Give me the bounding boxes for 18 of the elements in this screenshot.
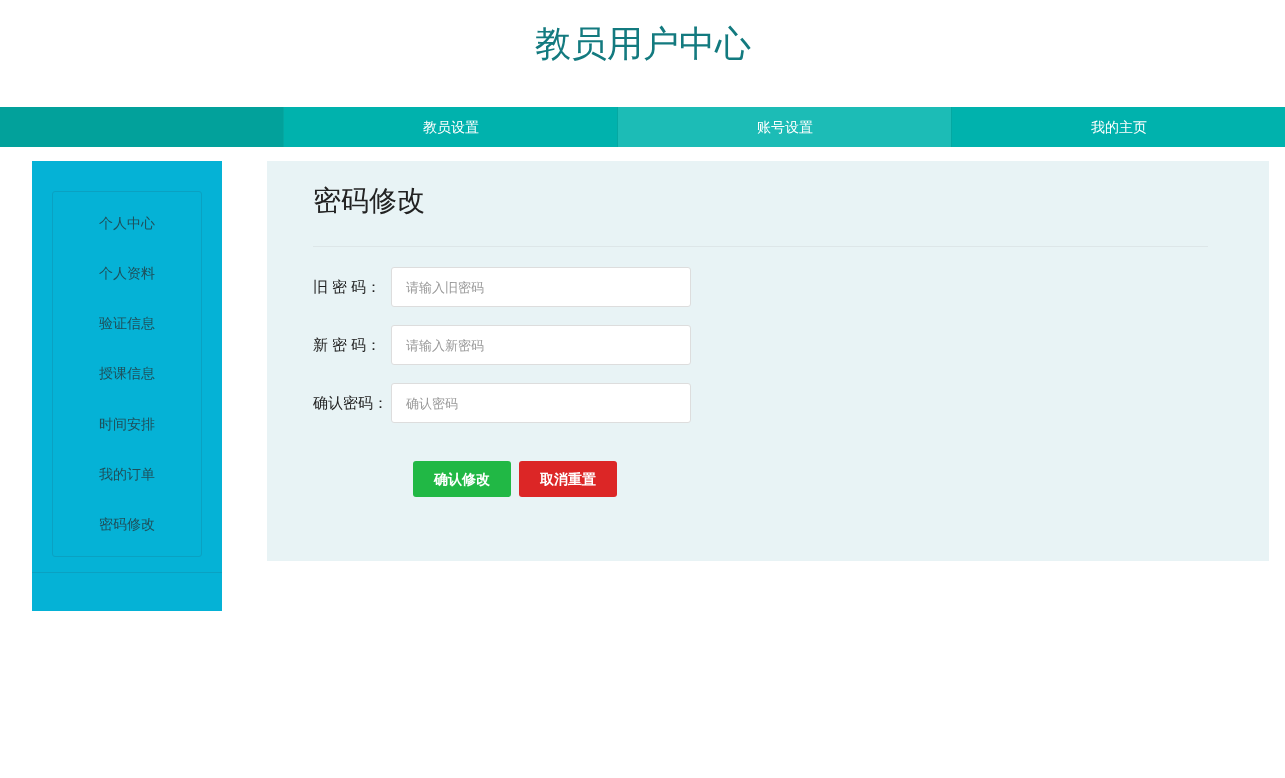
confirm-button[interactable]: 确认修改 — [413, 461, 511, 497]
sidebar-item[interactable]: 授课信息 — [53, 363, 201, 385]
field-label: 新 密 码： — [313, 334, 383, 355]
password-field[interactable]: 请输入新密码 — [391, 325, 691, 365]
sidebar-item[interactable]: 个人中心 — [53, 212, 201, 234]
sidebar-item[interactable]: 验证信息 — [53, 313, 201, 335]
password-field[interactable]: 确认密码 — [391, 383, 691, 423]
page-title: 教员用户中心 — [534, 21, 751, 66]
sidebar-item[interactable]: 密码修改 — [53, 514, 201, 536]
field-label: 旧 密 码： — [313, 276, 383, 297]
password-field[interactable]: 请输入旧密码 — [391, 267, 691, 307]
sidebar-item[interactable]: 时间安排 — [53, 413, 201, 435]
field-label: 确认密码： — [313, 392, 385, 413]
sidebar-item[interactable]: 我的订单 — [53, 464, 201, 486]
cancel-button[interactable]: 取消重置 — [519, 461, 617, 497]
sidebar-item[interactable]: 个人资料 — [53, 262, 201, 284]
nav-tab[interactable]: 账号设置 — [617, 107, 951, 147]
form-title: 密码修改 — [313, 184, 426, 218]
